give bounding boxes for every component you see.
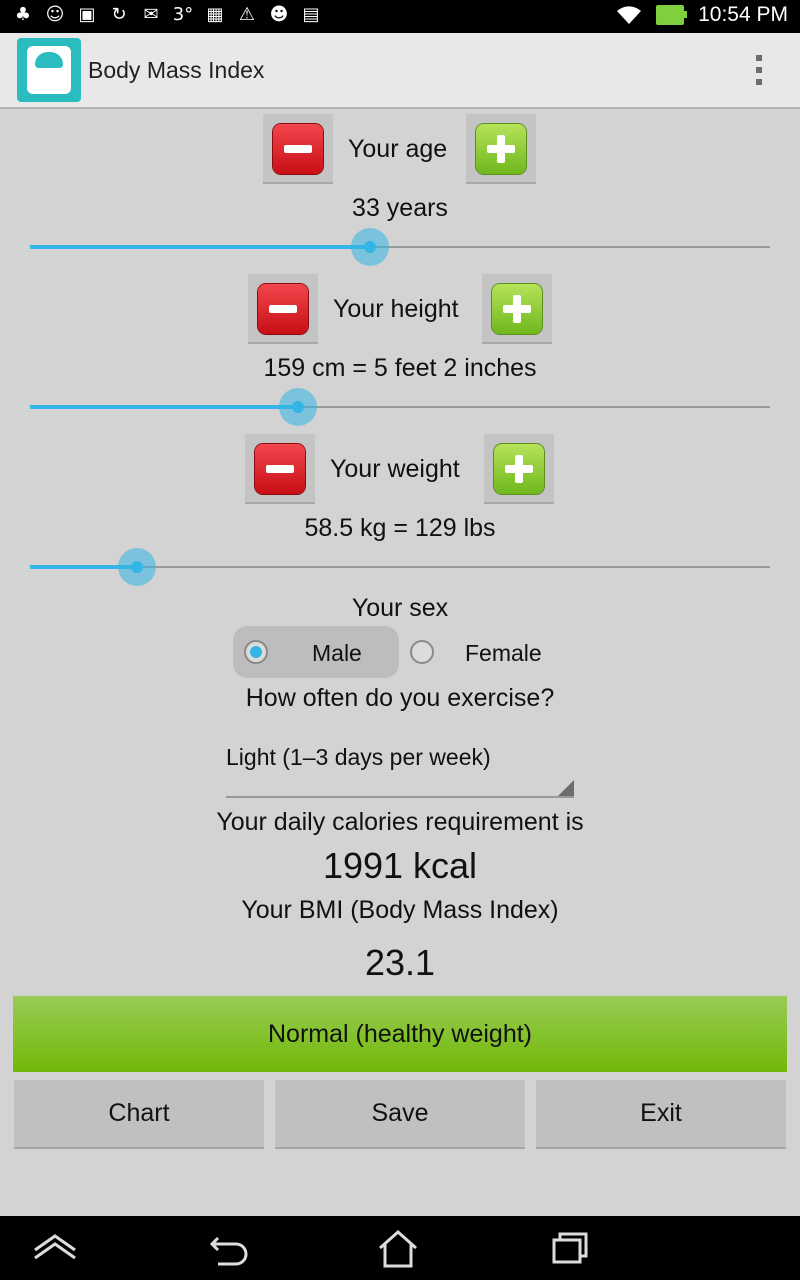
clock: 10:54 PM — [698, 3, 788, 26]
age-stepper: Your age — [0, 114, 800, 184]
age-slider[interactable] — [30, 227, 770, 267]
minus-icon — [255, 444, 305, 494]
status-bar: ♣ ☺ ▣ ↻ ✉ 3° ▦ ⚠ ☻ ▤ 10:54 PM — [0, 0, 800, 33]
hide-keyboard-icon[interactable] — [25, 1226, 85, 1270]
age-label: Your age — [348, 135, 448, 163]
weight-slider-thumb[interactable] — [118, 548, 157, 586]
three-icon: 3° — [172, 4, 194, 25]
overflow-menu-icon[interactable] — [756, 55, 764, 85]
weight-decrease-button[interactable] — [245, 434, 315, 504]
male-radio[interactable] — [244, 640, 268, 664]
calories-label: Your daily calories requirement is — [216, 808, 584, 836]
sync-icon: ↻ — [111, 4, 127, 25]
height-slider[interactable] — [30, 387, 770, 427]
exercise-selected: Light (1–3 days per week) — [226, 744, 491, 770]
gmail-icon: ✉ — [143, 4, 159, 25]
age-decrease-button[interactable] — [263, 114, 333, 184]
height-value: 159 cm = 5 feet 2 inches — [263, 354, 537, 382]
exit-button[interactable]: Exit — [536, 1080, 786, 1147]
height-increase-button[interactable] — [482, 274, 552, 344]
exercise-dropdown[interactable]: Light (1–3 days per week) — [226, 732, 574, 798]
warning-icon: ⚠ — [238, 4, 256, 25]
plus-icon — [476, 124, 526, 174]
height-stepper: Your height — [0, 274, 800, 344]
minus-icon — [273, 124, 323, 174]
wifi-icon — [617, 6, 642, 24]
plus-icon — [494, 444, 544, 494]
store-icon: ▤ — [302, 4, 320, 25]
android-mascot-icon: ☺ — [45, 4, 65, 25]
sex-label: Your sex — [351, 594, 449, 622]
app-title: Body Mass Index — [88, 57, 265, 83]
bmi-status-banner: Normal (healthy weight) — [13, 996, 787, 1072]
age-increase-button[interactable] — [466, 114, 536, 184]
age-slider-fill — [30, 245, 370, 249]
recent-apps-icon[interactable] — [540, 1226, 600, 1270]
male-label[interactable]: Male — [312, 640, 362, 667]
age-slider-thumb[interactable] — [350, 228, 389, 266]
calories-value: 1991 kcal — [322, 845, 478, 886]
notification-icons: ♣ ☺ ▣ ↻ ✉ 3° ▦ ⚠ ☻ ▤ — [12, 4, 322, 26]
height-label: Your height — [333, 295, 459, 323]
height-decrease-button[interactable] — [248, 274, 318, 344]
minus-icon — [258, 284, 308, 334]
height-slider-thumb[interactable] — [278, 388, 317, 426]
weight-slider[interactable] — [30, 547, 770, 587]
back-icon[interactable] — [200, 1226, 260, 1270]
android-icon: ☻ — [269, 4, 289, 25]
camera-icon: ▦ — [206, 4, 224, 25]
height-slider-fill — [30, 405, 298, 409]
dropdown-arrow-icon — [558, 780, 574, 796]
battery-icon — [656, 5, 688, 25]
female-radio[interactable] — [410, 640, 434, 664]
plus-icon — [492, 284, 542, 334]
gallery-icon: ▣ — [78, 4, 96, 25]
chart-button[interactable]: Chart — [14, 1080, 264, 1147]
exercise-label: How often do you exercise? — [245, 684, 555, 712]
action-bar: Body Mass Index — [0, 33, 800, 109]
weight-label: Your weight — [330, 455, 460, 483]
bmi-label: Your BMI (Body Mass Index) — [241, 896, 559, 924]
android-debug-icon: ♣ — [14, 4, 32, 25]
bmi-value: 23.1 — [364, 942, 436, 983]
scale-icon[interactable] — [17, 38, 81, 102]
home-icon[interactable] — [368, 1226, 428, 1270]
navigation-bar — [0, 1216, 800, 1280]
weight-stepper: Your weight — [0, 434, 800, 504]
age-value: 33 years — [352, 194, 448, 222]
weight-increase-button[interactable] — [484, 434, 554, 504]
system-status: 10:54 PM — [616, 3, 788, 27]
weight-value: 58.5 kg = 129 lbs — [304, 514, 496, 542]
save-button[interactable]: Save — [275, 1080, 525, 1147]
female-label[interactable]: Female — [465, 640, 542, 667]
